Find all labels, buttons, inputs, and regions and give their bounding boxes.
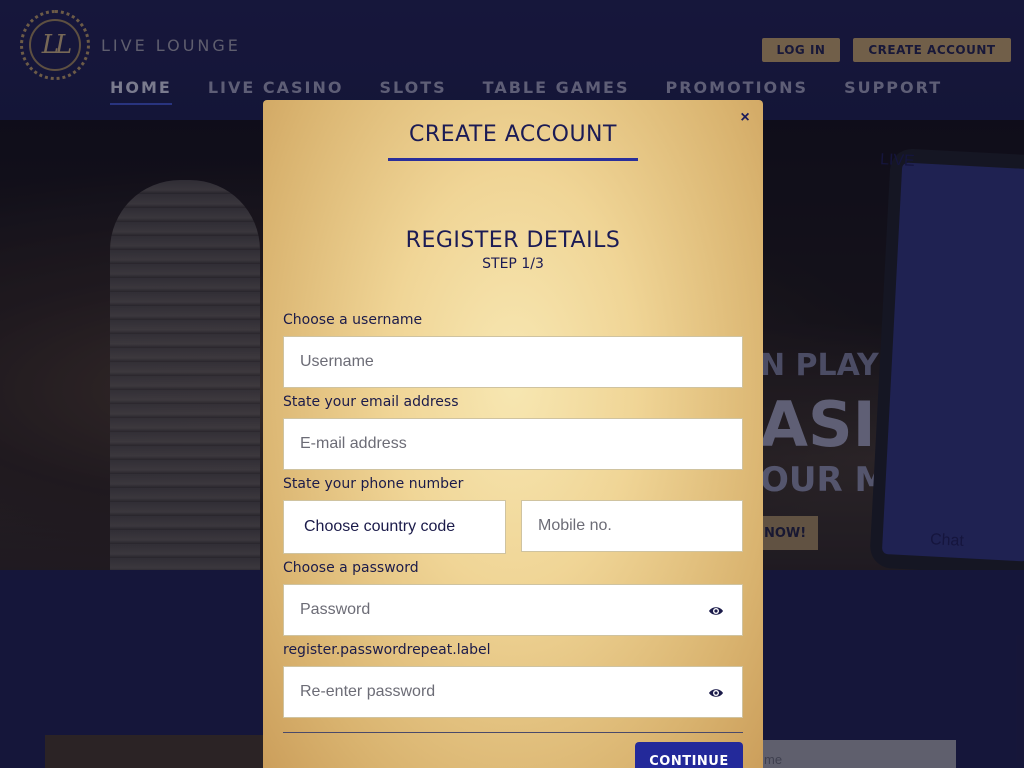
step-indicator: STEP 1/3 xyxy=(482,256,544,272)
eye-icon[interactable] xyxy=(708,603,724,619)
password-placeholder: Password xyxy=(300,601,371,618)
email-placeholder: E-mail address xyxy=(300,435,407,452)
country-code-select[interactable]: Choose country code xyxy=(283,500,506,554)
email-input[interactable]: E-mail address xyxy=(283,418,743,470)
password-input[interactable]: Password xyxy=(283,584,743,636)
mobile-placeholder: Mobile no. xyxy=(538,517,612,534)
create-account-modal: × CREATE ACCOUNT REGISTER DETAILS STEP 1… xyxy=(263,100,763,768)
password-repeat-placeholder: Re-enter password xyxy=(300,683,436,700)
form-divider xyxy=(283,732,743,733)
mobile-number-input[interactable]: Mobile no. xyxy=(521,500,743,552)
phone-label: State your phone number xyxy=(283,476,464,492)
modal-title: CREATE ACCOUNT xyxy=(409,122,617,147)
username-placeholder: Username xyxy=(300,353,374,370)
username-label: Choose a username xyxy=(283,312,423,328)
username-input[interactable]: Username xyxy=(283,336,743,388)
eye-icon[interactable] xyxy=(708,685,724,701)
continue-button[interactable]: CONTINUE xyxy=(635,742,743,768)
password-repeat-label: register.passwordrepeat.label xyxy=(283,642,491,658)
title-underline xyxy=(388,158,638,161)
country-code-value: Choose country code xyxy=(304,518,456,535)
section-title: REGISTER DETAILS xyxy=(405,228,621,253)
password-repeat-input[interactable]: Re-enter password xyxy=(283,666,743,718)
email-label: State your email address xyxy=(283,394,459,410)
password-label: Choose a password xyxy=(283,560,419,576)
